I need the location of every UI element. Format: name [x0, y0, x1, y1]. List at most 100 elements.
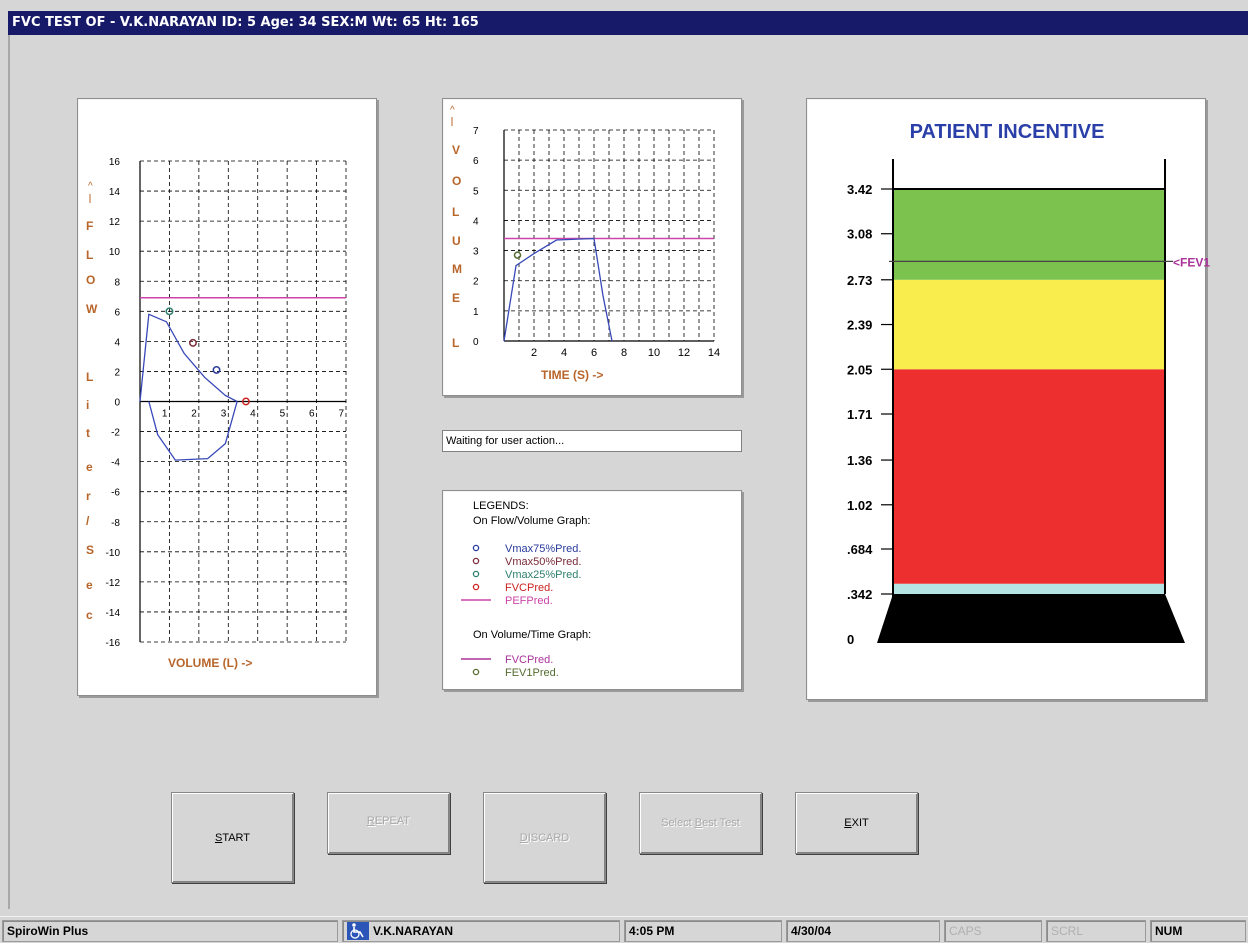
select-best-test-button[interactable]: Select Best Test [639, 792, 762, 854]
status-time: 4:05 PM [624, 920, 782, 942]
expiratory-loop [139, 313, 238, 403]
status-caps: CAPS [944, 920, 1042, 942]
y-tick-label: 14 [109, 187, 121, 198]
y-tick-label: -8 [111, 518, 120, 529]
patient-incentive-chart: PATIENT INCENTIVE 3.42 3.08 2.73 2.39 2.05 1.7… [847, 121, 1210, 647]
y-axis-label-letter: L [452, 336, 459, 350]
y-tick-label: -10 [106, 548, 121, 559]
x-tick-label: 2 [191, 409, 197, 420]
incentive-tick-label: 3.42 [847, 182, 872, 197]
legend-item-label: FVCPred. [505, 654, 553, 666]
y-axis-label-letter: U [452, 234, 461, 248]
x-tick-label: 4 [250, 409, 256, 420]
y-tick-label: -16 [106, 638, 121, 649]
y-axis-label-letter: / [86, 514, 90, 528]
y-tick-label: 1 [473, 307, 479, 318]
x-tick-label: 14 [708, 347, 720, 359]
status-num: NUM [1150, 920, 1246, 942]
incentive-tick-label: .342 [847, 587, 872, 602]
y-axis-caret: ^ [450, 105, 455, 116]
start-button[interactable]: START [171, 792, 294, 883]
status-date: 4/30/04 [786, 920, 940, 942]
y-tick-label: -12 [106, 578, 121, 589]
y-axis-label-letter: t [86, 426, 90, 440]
x-tick-label: 5 [280, 409, 286, 420]
y-axis-label-letter: S [86, 543, 94, 557]
y-axis-label-letter: W [86, 302, 98, 316]
volume-time-panel: 7 6 5 4 3 2 1 0 2 4 6 8 10 12 14 ^ V O L U M E L TIME (S) -> [442, 98, 742, 396]
y-axis-label-letter: r [86, 489, 91, 503]
legend-item-label: FVCPred. [505, 582, 553, 594]
status-patient-name: V.K.NARAYAN [373, 924, 454, 938]
y-axis-label-letter: L [86, 370, 93, 384]
y-tick-label: 7 [473, 126, 479, 137]
y-axis-label-letter: M [452, 262, 462, 276]
marker-vmax50-pred- [189, 338, 197, 347]
legends-panel: LEGENDS: On Flow/Volume Graph: Vmax75%Pred… [442, 490, 742, 690]
fev1-marker-label: <FEV1 [1173, 255, 1210, 269]
legend-circle-symbol [472, 583, 480, 591]
incentive-base [877, 594, 1185, 643]
y-tick-label: -2 [111, 428, 120, 439]
y-tick-label: 2 [473, 277, 479, 288]
incentive-band [893, 279, 1165, 370]
incentive-tick-label: 3.08 [847, 227, 872, 242]
incentive-band [893, 369, 1165, 584]
window-frame-left [8, 35, 10, 909]
y-tick-label: 0 [114, 398, 120, 409]
y-axis-label-letter: L [452, 205, 459, 219]
incentive-band [893, 583, 1165, 594]
exit-button[interactable]: EXIT [795, 792, 918, 854]
legend-item-label: FEV1Pred. [505, 667, 559, 679]
incentive-tick-label: 2.73 [847, 273, 872, 288]
status-app-name: SpiroWin Plus [2, 920, 338, 942]
legend-circle-symbol [472, 544, 480, 552]
patient-incentive-panel: PATIENT INCENTIVE 3.42 3.08 2.73 2.39 2.05 1.7… [806, 98, 1210, 700]
marker-fev1pred- [513, 251, 522, 259]
x-tick-label: 1 [162, 409, 168, 420]
y-axis-label-letter: e [86, 578, 93, 592]
incentive-title: PATIENT INCENTIVE [910, 121, 1105, 143]
legend-circle-symbol [472, 557, 480, 565]
incentive-tick-label: 1.02 [847, 498, 872, 513]
y-axis-label-letter: E [452, 291, 460, 305]
legends: LEGENDS: On Flow/Volume Graph: Vmax75%Pred… [461, 500, 591, 679]
y-axis-label-letter: V [452, 143, 460, 157]
marker-vmax75-pred- [212, 365, 221, 374]
status-bar: SpiroWin Plus V.K.NARAYAN 4:05 PM 4/30/0… [0, 916, 1248, 943]
y-axis-label-letter: e [86, 460, 93, 474]
start-button-label: TART [222, 831, 251, 844]
exit-button-mnemonic: E [844, 817, 852, 829]
y-axis-label-letter: O [452, 174, 461, 188]
status-message: Waiting for user action... [442, 430, 742, 452]
y-tick-label: 4 [473, 216, 479, 227]
y-axis-label-letter: F [86, 219, 93, 233]
x-tick-label: 10 [648, 347, 660, 359]
exit-button-label: XIT [851, 817, 869, 829]
x-tick-label: 12 [678, 347, 690, 359]
y-tick-label: 12 [109, 217, 121, 228]
legend-circle-symbol [472, 570, 480, 578]
y-axis-label-letter: L [86, 248, 93, 262]
y-tick-label: 6 [473, 156, 479, 167]
y-tick-label: -14 [106, 608, 121, 619]
y-tick-label: -6 [111, 488, 120, 499]
legend-item-label: PEFPred. [505, 595, 553, 607]
y-tick-label: 2 [114, 367, 120, 378]
x-axis-label: TIME (S) -> [541, 368, 603, 382]
repeat-button-label: EPEAT [374, 815, 411, 827]
discard-button[interactable]: DISCARD [483, 792, 606, 883]
incentive-tick-label: 0 [847, 632, 854, 647]
x-tick-label: 3 [221, 409, 227, 420]
discard-button-label: ISCARD [527, 831, 570, 844]
incentive-tick-label: 1.71 [847, 407, 872, 422]
x-tick-label: 6 [591, 347, 597, 359]
incentive-tick-label: 2.39 [847, 318, 872, 333]
legend-circle-symbol [472, 668, 480, 676]
flow-volume-chart: 1614121086420-2-4-6-8-10-12-14-161 2 3 4 5 6 7… [86, 157, 347, 670]
y-tick-label: 10 [109, 247, 121, 258]
incentive-tick-label: .684 [847, 542, 873, 557]
x-axis-label: VOLUME (L) -> [168, 656, 252, 670]
repeat-button[interactable]: REPEAT [327, 792, 450, 854]
window-title: FVC TEST OF - V.K.NARAYAN ID: 5 Age: 34 … [8, 11, 1248, 35]
